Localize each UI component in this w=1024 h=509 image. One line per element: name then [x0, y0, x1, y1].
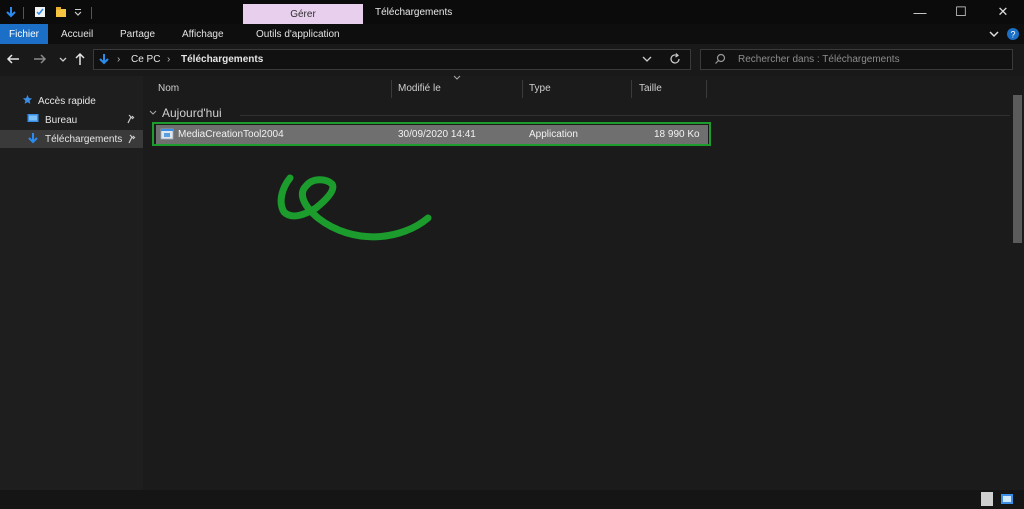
large-icons-view-icon[interactable]	[1000, 492, 1014, 506]
title-bar	[0, 0, 1024, 24]
divider	[23, 7, 24, 19]
download-arrow-icon[interactable]	[5, 6, 17, 18]
sort-indicator-icon	[453, 73, 461, 80]
up-arrow-icon[interactable]	[74, 52, 86, 66]
sidebar-item-label: Bureau	[45, 114, 78, 126]
status-bar	[0, 490, 1024, 509]
column-divider[interactable]	[391, 80, 392, 98]
downloads-icon	[27, 132, 39, 147]
column-divider[interactable]	[631, 80, 632, 98]
tab-partage[interactable]: Partage	[120, 24, 155, 44]
help-icon[interactable]: ?	[1006, 27, 1020, 41]
column-header-modifie[interactable]: Modifié le	[398, 83, 441, 101]
tab-fichier[interactable]: Fichier	[0, 24, 48, 44]
sidebar-item-telechargements[interactable]: Téléchargements	[0, 130, 143, 148]
search-placeholder: Rechercher dans : Téléchargements	[738, 54, 900, 65]
sidebar-item-bureau[interactable]: Bureau	[0, 111, 143, 129]
sidebar-item-label: Accès rapide	[38, 95, 96, 107]
sidebar-item-acces-rapide[interactable]: Accès rapide	[0, 92, 143, 110]
svg-text:?: ?	[1010, 30, 1015, 40]
tab-affichage[interactable]: Affichage	[182, 24, 224, 44]
breadcrumb-telechargements[interactable]: Téléchargements	[181, 54, 263, 65]
column-divider[interactable]	[706, 80, 707, 98]
pin-icon[interactable]	[126, 114, 136, 127]
column-divider[interactable]	[522, 80, 523, 98]
breadcrumb-separator: ›	[167, 54, 171, 65]
tab-gerer[interactable]: Gérer	[243, 4, 363, 24]
column-header-nom[interactable]: Nom	[158, 83, 179, 101]
search-icon	[714, 53, 726, 65]
chevron-down-icon[interactable]	[73, 6, 83, 18]
window-title: Téléchargements	[375, 7, 453, 18]
downloads-icon	[98, 53, 110, 65]
minimize-button[interactable]: —	[906, 4, 934, 20]
tab-accueil[interactable]: Accueil	[61, 24, 93, 44]
group-collapse-icon[interactable]	[148, 108, 158, 118]
breadcrumb-separator: ›	[117, 54, 121, 65]
group-divider	[240, 115, 1010, 116]
group-header[interactable]: Aujourd'hui	[162, 106, 222, 120]
properties-icon[interactable]	[34, 6, 46, 18]
maximize-button[interactable]: ☐	[947, 4, 975, 20]
breadcrumb-ce-pc[interactable]: Ce PC	[131, 54, 160, 65]
divider	[91, 7, 92, 19]
new-folder-icon[interactable]	[55, 6, 67, 18]
details-view-icon[interactable]	[981, 492, 993, 506]
annotation-arrow	[277, 174, 432, 241]
forward-arrow-icon[interactable]	[33, 53, 47, 65]
refresh-icon[interactable]	[668, 52, 682, 66]
scrollbar-thumb[interactable]	[1013, 95, 1022, 243]
back-arrow-icon[interactable]	[6, 53, 20, 65]
pin-icon[interactable]	[127, 134, 137, 147]
address-dropdown-icon[interactable]	[641, 53, 653, 65]
desktop-icon	[27, 113, 39, 127]
tab-outils-application[interactable]: Outils d'application	[256, 24, 340, 44]
sidebar-item-label: Téléchargements	[45, 133, 123, 145]
highlight-box	[152, 122, 711, 146]
column-header-taille[interactable]: Taille	[639, 83, 662, 101]
recent-locations-icon[interactable]	[58, 53, 68, 65]
column-header-type[interactable]: Type	[529, 83, 551, 101]
star-icon	[22, 94, 34, 108]
close-button[interactable]: ✕	[989, 4, 1017, 20]
expand-ribbon-icon[interactable]	[988, 27, 1000, 41]
